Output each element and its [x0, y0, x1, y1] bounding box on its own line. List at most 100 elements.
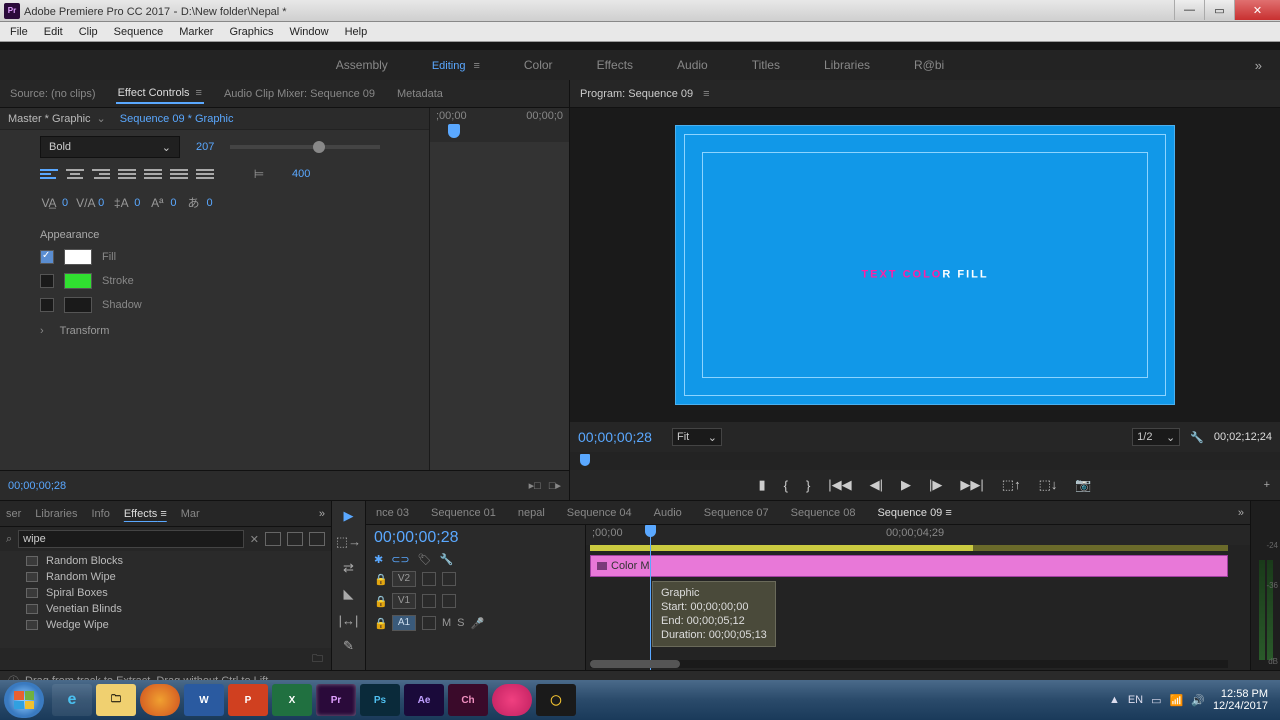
timeline-zoom-scrollbar[interactable]: [590, 660, 1228, 668]
stroke-checkbox[interactable]: [40, 274, 54, 288]
shadow-checkbox[interactable]: [40, 298, 54, 312]
current-time[interactable]: 00;00;00;28: [8, 480, 66, 492]
pen-tool[interactable]: ✎: [339, 637, 359, 655]
workspace-libraries[interactable]: Libraries: [816, 54, 878, 76]
taskbar-explorer-icon[interactable]: 🗀: [96, 684, 136, 716]
track-label[interactable]: V2: [392, 571, 416, 587]
taskbar-premiere-icon[interactable]: Pr: [316, 684, 356, 716]
effect-mini-timeline[interactable]: ;00;0000;00;0: [429, 108, 569, 500]
new-bin-icon[interactable]: 🗀: [312, 650, 323, 669]
effects-list[interactable]: Random Blocks Random Wipe Spiral Boxes V…: [0, 551, 331, 648]
workspace-color[interactable]: Color: [516, 54, 561, 76]
toggle-output-icon[interactable]: [442, 594, 456, 608]
work-area-bar[interactable]: [590, 545, 1228, 551]
seq-tab[interactable]: Sequence 08: [787, 505, 860, 521]
taskbar-excel-icon[interactable]: X: [272, 684, 312, 716]
fill-color-swatch[interactable]: [64, 249, 92, 265]
tray-show-hidden-icon[interactable]: ▲: [1109, 694, 1120, 706]
step-forward-button[interactable]: |▶: [929, 477, 942, 493]
menu-edit[interactable]: Edit: [36, 24, 71, 40]
tray-clock[interactable]: 12:58 PM12/24/2017: [1213, 688, 1268, 712]
menu-help[interactable]: Help: [337, 24, 376, 40]
taskbar-word-icon[interactable]: W: [184, 684, 224, 716]
playhead-icon[interactable]: [580, 454, 590, 466]
font-size-slider[interactable]: [230, 145, 380, 149]
va-value[interactable]: 0: [98, 197, 104, 209]
list-item[interactable]: Wedge Wipe: [6, 617, 325, 633]
mark-out-button[interactable]: {: [784, 478, 788, 493]
program-monitor[interactable]: TEXT COLOR FILL: [570, 108, 1280, 422]
resolution-select[interactable]: 1/2⌄: [1132, 428, 1180, 446]
selection-tool[interactable]: ▶: [339, 507, 359, 525]
workspace-overflow-icon[interactable]: »: [1255, 58, 1262, 73]
menu-sequence[interactable]: Sequence: [106, 24, 172, 40]
menu-graphics[interactable]: Graphics: [221, 24, 281, 40]
stroke-color-swatch[interactable]: [64, 273, 92, 289]
marker-icon[interactable]: 🏷: [418, 553, 432, 566]
workspace-assembly[interactable]: Assembly: [328, 54, 396, 76]
chevron-down-icon[interactable]: ⌄: [97, 112, 106, 125]
zoom-fit-select[interactable]: Fit⌄: [672, 428, 722, 446]
baseline-value[interactable]: 0: [170, 197, 176, 209]
tray-volume-icon[interactable]: 🔊: [1191, 694, 1205, 707]
tab-libraries[interactable]: Libraries: [35, 508, 77, 520]
tray-lang[interactable]: EN: [1128, 694, 1143, 706]
taskbar-photoshop-icon[interactable]: Ps: [360, 684, 400, 716]
menu-marker[interactable]: Marker: [171, 24, 221, 40]
align-left-button[interactable]: [40, 166, 58, 182]
title-text[interactable]: TEXT COLOR FILL: [861, 243, 988, 288]
shadow-color-swatch[interactable]: [64, 297, 92, 313]
sequence-clip-label[interactable]: Sequence 09 * Graphic: [120, 113, 234, 125]
workspace-audio[interactable]: Audio: [669, 54, 716, 76]
justify-right-button[interactable]: [170, 166, 188, 182]
tsume-value[interactable]: 0: [207, 197, 213, 209]
start-button[interactable]: [4, 682, 44, 718]
snap-icon[interactable]: ✱: [374, 553, 383, 566]
mute-button[interactable]: M: [442, 617, 451, 629]
justify-all-button[interactable]: [196, 166, 214, 182]
sync-lock-icon[interactable]: [422, 572, 436, 586]
razor-tool[interactable]: ◣: [339, 585, 359, 603]
track-header-v1[interactable]: 🔒 V1: [366, 590, 585, 612]
fill-checkbox[interactable]: [40, 250, 54, 264]
seq-tab[interactable]: Sequence 07: [700, 505, 773, 521]
mark-in-button[interactable]: ▮: [758, 477, 765, 493]
zoom-out-icon[interactable]: □▸: [549, 479, 561, 492]
tab-markers[interactable]: Mar: [181, 508, 200, 520]
seq-tab[interactable]: Sequence 09 ≡: [873, 505, 955, 521]
overflow-icon[interactable]: »: [319, 508, 325, 520]
lock-icon[interactable]: 🔒: [374, 617, 386, 630]
font-weight-select[interactable]: Bold⌄: [40, 136, 180, 158]
panel-menu-icon[interactable]: ≡: [473, 60, 479, 72]
seq-tab[interactable]: Audio: [650, 505, 686, 521]
settings-icon[interactable]: 🔧: [1190, 431, 1204, 444]
export-frame-button[interactable]: 📷: [1075, 477, 1091, 493]
track-label[interactable]: A1: [392, 615, 416, 631]
search-input[interactable]: [18, 530, 244, 548]
taskbar-ie-icon[interactable]: e: [52, 684, 92, 716]
track-select-tool[interactable]: ⬚→: [339, 533, 359, 551]
tab-effects[interactable]: Effects ≡: [124, 508, 167, 520]
workspace-custom[interactable]: R@bi: [906, 54, 952, 76]
program-timecode[interactable]: 00;00;00;28: [578, 429, 652, 445]
minimize-button[interactable]: —: [1174, 0, 1204, 20]
list-item[interactable]: Random Wipe: [6, 569, 325, 585]
panel-menu-icon[interactable]: ≡: [703, 88, 709, 100]
taskbar-app-icon[interactable]: [492, 684, 532, 716]
timeline-timecode[interactable]: 00;00;00;28: [366, 525, 585, 551]
program-title[interactable]: Program: Sequence 09: [580, 88, 693, 100]
tab-audio-mixer[interactable]: Audio Clip Mixer: Sequence 09: [222, 85, 377, 103]
playhead-icon[interactable]: [448, 124, 460, 138]
filter-fx-icon[interactable]: [265, 532, 281, 546]
track-label[interactable]: V1: [392, 593, 416, 609]
menu-window[interactable]: Window: [281, 24, 336, 40]
tray-network-icon[interactable]: 📶: [1170, 694, 1184, 707]
tab-effect-controls[interactable]: Effect Controls≡: [116, 84, 204, 104]
taskbar-character-icon[interactable]: Ch: [448, 684, 488, 716]
seq-tab[interactable]: Sequence 01: [427, 505, 500, 521]
filter-32-icon[interactable]: [287, 532, 303, 546]
seq-tab[interactable]: Sequence 04: [563, 505, 636, 521]
workspace-titles[interactable]: Titles: [744, 54, 788, 76]
close-button[interactable]: ✕: [1234, 0, 1280, 20]
leading-value[interactable]: 0: [134, 197, 140, 209]
